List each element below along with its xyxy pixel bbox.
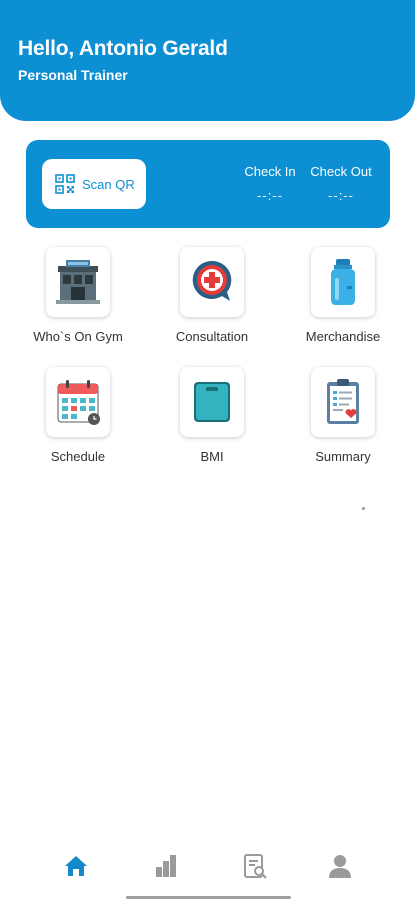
check-in-time: --:-- [257,188,283,203]
bar-chart-icon [156,855,176,877]
nav-profile[interactable] [320,850,360,882]
calendar-icon [57,380,100,425]
check-out-label: Check Out [310,164,372,179]
profile-icon [329,855,351,878]
water-bottle-icon [331,259,355,305]
menu-tile[interactable] [311,367,375,437]
medical-chat-icon [192,260,232,301]
menu-label: Schedule [50,449,106,464]
menu-label: Summary [315,449,371,464]
check-out-time: --:-- [328,188,354,203]
clipboard-icon [327,379,359,424]
menu-tile[interactable] [46,367,110,437]
report-search-icon [244,854,267,879]
greeting-title: Hello, Antonio Gerald [18,37,228,60]
bottom-nav [0,840,415,890]
menu-item-merchandise[interactable]: Merchandise [283,247,403,344]
user-role: Personal Trainer [18,67,128,83]
check-in-label: Check In [244,164,296,179]
menu-label: Merchandise [305,329,381,344]
nav-home[interactable] [56,850,96,882]
menu-item-schedule[interactable]: Schedule [18,367,138,464]
scan-qr-button[interactable]: Scan QR [42,159,146,209]
menu-item-consultation[interactable]: Consultation [152,247,272,344]
menu-label: Consultation [175,329,249,344]
menu-item-whos-on-gym[interactable]: Who`s On Gym [18,247,138,344]
menu-tile[interactable] [46,247,110,317]
check-in-block: Check In --:-- [235,164,305,203]
check-out-block: Check Out --:-- [306,164,376,203]
scan-qr-label: Scan QR [82,176,135,192]
header: Hello, Antonio Gerald Personal Trainer [0,0,415,121]
home-indicator-bar [126,896,291,899]
nav-statistics[interactable] [146,850,186,882]
weight-scale-icon [194,382,230,422]
gym-building-icon [56,260,100,304]
stray-dot [362,507,365,510]
menu-tile[interactable] [180,367,244,437]
menu-label: BMI [200,449,224,464]
menu-item-summary[interactable]: Summary [283,367,403,464]
menu-item-bmi[interactable]: BMI [152,367,272,464]
menu-tile[interactable] [311,247,375,317]
menu-label: Who`s On Gym [33,329,123,344]
check-in-card: Scan QR Check In --:-- Check Out --:-- [26,140,390,228]
home-icon [65,856,87,876]
qr-code-icon [55,174,75,194]
nav-reports[interactable] [235,850,275,882]
menu-tile[interactable] [180,247,244,317]
